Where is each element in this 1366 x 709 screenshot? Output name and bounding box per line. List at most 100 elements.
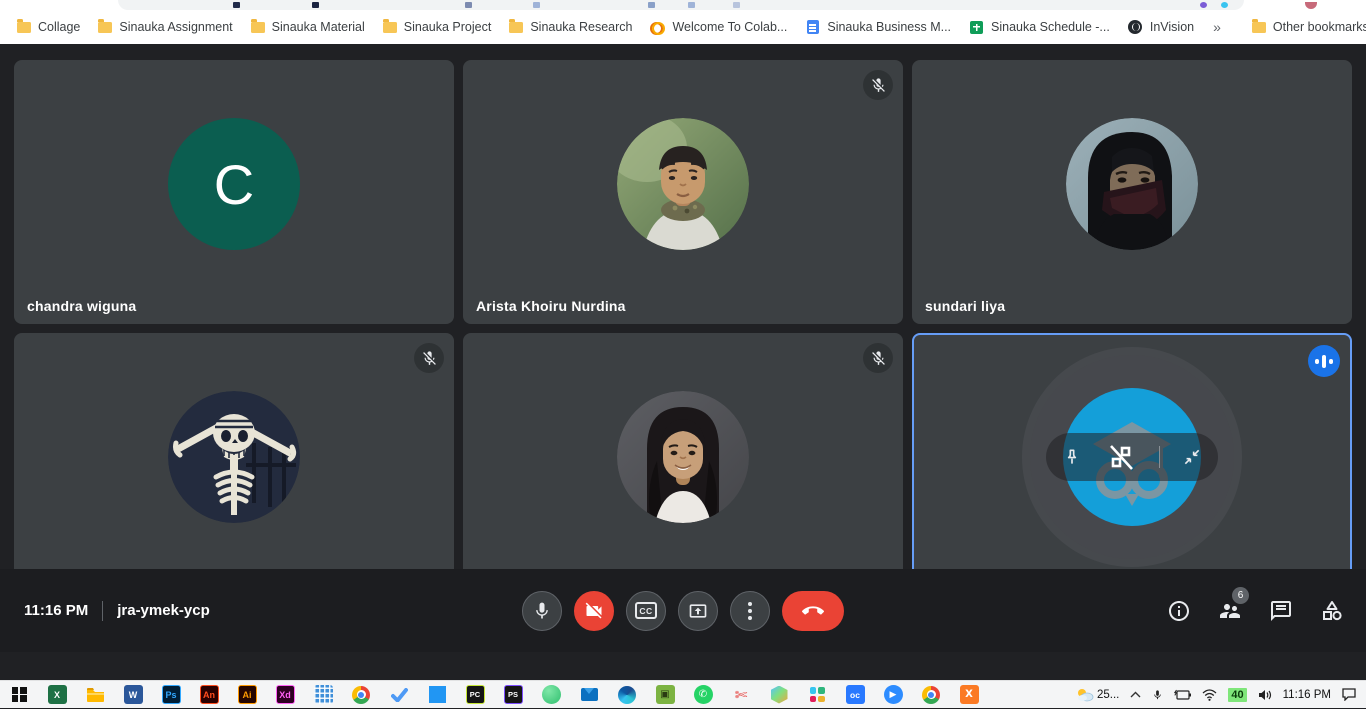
participant-tile-chandra-wiguna[interactable]: C chandra wiguna [14, 60, 454, 324]
bookmark-sinauka-business[interactable]: Sinauka Business M... [796, 16, 960, 39]
meeting-side-controls: 6 [1167, 599, 1344, 623]
bookmark-welcome-to-colab[interactable]: Welcome To Colab... [641, 16, 796, 39]
taskbar-file-explorer[interactable] [76, 681, 114, 709]
bookmark-sinauka-assignment[interactable]: Sinauka Assignment [89, 16, 241, 38]
taskbar-adobe-xd[interactable]: Xd [266, 681, 304, 709]
bookmarks-overflow-chevron-icon[interactable]: » [1203, 19, 1231, 35]
extension-icon[interactable] [733, 2, 740, 8]
participant-name: sundari liya [925, 298, 1005, 314]
extension-icon[interactable] [533, 2, 540, 8]
chat-button[interactable] [1269, 599, 1293, 623]
call-controls: CC [522, 591, 844, 631]
extension-icon[interactable] [648, 2, 655, 8]
taskbar-mail[interactable] [570, 681, 608, 709]
taskbar-slack[interactable] [798, 681, 836, 709]
taskbar-calendar[interactable] [304, 681, 342, 709]
address-bar-fragment[interactable] [118, 0, 1244, 10]
action-center[interactable] [1342, 688, 1356, 701]
pin-icon[interactable] [1062, 447, 1082, 467]
extension-icon[interactable] [688, 2, 695, 8]
bookmark-label: Other bookmarks [1273, 20, 1366, 34]
tray-expand-chevron[interactable] [1130, 691, 1141, 698]
taskbar-hexagon-app[interactable] [760, 681, 798, 709]
participant-tile-you[interactable]: You [912, 333, 1352, 597]
mic-off-icon [863, 343, 893, 373]
battery-percent-badge[interactable]: 40 [1228, 688, 1246, 702]
present-screen-button[interactable] [678, 591, 718, 631]
other-bookmarks[interactable]: Other bookmarks [1243, 16, 1366, 38]
chrome-profile-icon [922, 686, 940, 704]
minimize-icon[interactable] [1182, 447, 1202, 467]
extension-icon[interactable] [1221, 2, 1228, 8]
captions-button[interactable]: CC [626, 591, 666, 631]
more-options-icon [748, 602, 752, 620]
tray-microphone[interactable] [1152, 688, 1163, 702]
windows-taskbar: X W Ps An Ai Xd PC PS [0, 680, 1366, 708]
taskbar-oc-app[interactable]: oc [836, 681, 874, 709]
taskbar-animate[interactable]: An [190, 681, 228, 709]
photo-avatar [168, 391, 300, 523]
participant-tile-arista-khoiru-nurdina[interactable]: Arista Khoiru Nurdina [463, 60, 903, 324]
extension-icon[interactable] [465, 2, 472, 8]
taskbar-pycharm[interactable]: PC [456, 681, 494, 709]
taskbar-video-call-app[interactable]: ▶ [874, 681, 912, 709]
bookmark-label: Welcome To Colab... [672, 20, 787, 34]
tray-wifi[interactable] [1202, 689, 1217, 701]
audio-level-indicator-icon [1308, 345, 1340, 377]
participant-name: Arista Khoiru Nurdina [476, 298, 626, 314]
tray-volume[interactable] [1258, 689, 1272, 701]
meeting-code: jra-ymek-ycp [117, 602, 210, 619]
bookmark-sinauka-project[interactable]: Sinauka Project [374, 16, 501, 38]
start-button[interactable] [0, 681, 38, 709]
people-button[interactable]: 6 [1218, 599, 1242, 623]
taskbar-camera-app[interactable]: ▣ [646, 681, 684, 709]
bookmark-invision[interactable]: InVision [1119, 16, 1203, 39]
browser-toolbar-strip [0, 0, 1366, 10]
bookmark-sinauka-material[interactable]: Sinauka Material [242, 16, 374, 38]
participant-tile-prastyo-yoga[interactable]: Prastyo Yoga [14, 333, 454, 597]
remove-tile-icon[interactable] [1104, 440, 1138, 474]
whatsapp-icon: ✆ [694, 685, 713, 704]
taskbar-word[interactable]: W [114, 681, 152, 709]
taskbar-chrome-profile[interactable] [912, 681, 950, 709]
mic-off-icon [414, 343, 444, 373]
weather-widget[interactable]: 25... [1076, 688, 1119, 702]
camera-off-button[interactable] [574, 591, 614, 631]
taskbar-vscode[interactable] [418, 681, 456, 709]
extension-icon[interactable] [312, 2, 319, 8]
taskbar-chrome[interactable] [342, 681, 380, 709]
screen-recorder-icon: ✄ [732, 685, 751, 704]
meeting-time: 11:16 PM [24, 602, 88, 619]
end-call-button[interactable] [782, 591, 844, 631]
taskbar-phpstorm[interactable]: PS [494, 681, 532, 709]
taskbar-screen-recorder[interactable]: ✄ [722, 681, 760, 709]
bookmark-sinauka-research[interactable]: Sinauka Research [500, 16, 641, 38]
taskbar-whatsapp[interactable]: ✆ [684, 681, 722, 709]
activities-button[interactable] [1320, 599, 1344, 623]
meeting-details-button[interactable] [1167, 599, 1191, 623]
profile-avatar[interactable] [1305, 2, 1317, 9]
taskbar-photoshop[interactable]: Ps [152, 681, 190, 709]
taskbar-edge[interactable] [608, 681, 646, 709]
taskbar-todo-check[interactable] [380, 681, 418, 709]
google-docs-icon [805, 20, 820, 35]
bookmarks-bar: Collage Sinauka Assignment Sinauka Mater… [0, 10, 1366, 44]
bookmark-sinauka-schedule[interactable]: Sinauka Schedule -... [960, 16, 1119, 39]
microphone-button[interactable] [522, 591, 562, 631]
avatar [168, 391, 300, 523]
taskbar-illustrator[interactable]: Ai [228, 681, 266, 709]
extension-icon[interactable] [233, 2, 240, 8]
tray-clock[interactable]: 11:16 PM [1283, 689, 1331, 701]
taskbar-xampp[interactable]: ꓫ [950, 681, 988, 709]
extension-icon[interactable] [1200, 2, 1207, 8]
bookmark-collage[interactable]: Collage [8, 16, 89, 38]
file-explorer-icon [86, 687, 105, 703]
participant-tile-ramandani-irma-sari[interactable]: Ramandani Irma sari [463, 333, 903, 597]
participant-tile-sundari-liya[interactable]: sundari liya [912, 60, 1352, 324]
bookmark-label: Sinauka Schedule -... [991, 20, 1110, 34]
taskbar-excel[interactable]: X [38, 681, 76, 709]
taskbar-android-emulator[interactable] [532, 681, 570, 709]
avatar [1066, 118, 1198, 250]
more-options-button[interactable] [730, 591, 770, 631]
tray-battery[interactable] [1174, 689, 1191, 700]
